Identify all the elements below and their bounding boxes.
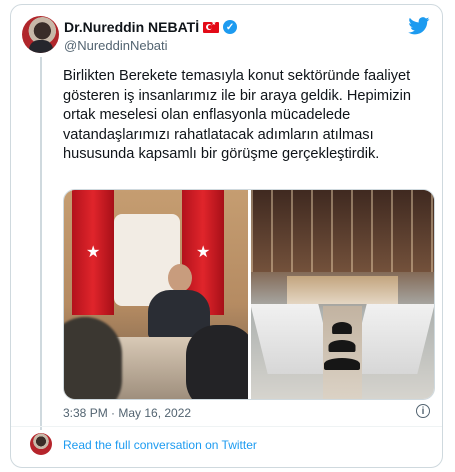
back-wall xyxy=(286,276,398,304)
tweet-timestamp[interactable]: 3:38 PM · May 16, 2022 xyxy=(63,406,191,420)
read-conversation-link[interactable]: Read the full conversation on Twitter xyxy=(63,438,257,452)
embedded-tweet-card: Dr.Nureddin NEBATİ ✓ @NureddinNebati Bir… xyxy=(10,4,443,468)
tweet-text: Birlikten Berekete temasıyla konut sektö… xyxy=(63,68,411,162)
info-icon[interactable]: i xyxy=(416,404,430,418)
foreground-person xyxy=(64,317,122,399)
author-name-row: Dr.Nureddin NEBATİ ✓ xyxy=(64,19,238,35)
turkish-flag-left-icon xyxy=(72,190,114,315)
meeting-photo-left[interactable] xyxy=(64,190,248,399)
verified-badge-icon: ✓ xyxy=(223,20,238,34)
avatar-small[interactable] xyxy=(30,433,52,455)
thread-line xyxy=(40,57,42,430)
author-handle[interactable]: @NureddinNebati xyxy=(64,38,168,53)
foreground-shoulder xyxy=(185,325,248,399)
ceiling xyxy=(250,190,434,272)
tweet-media[interactable] xyxy=(63,189,435,400)
avatar[interactable] xyxy=(22,16,59,53)
turkey-flag-icon xyxy=(203,20,220,33)
twitter-logo-icon[interactable] xyxy=(408,17,430,35)
divider xyxy=(11,426,442,427)
meeting-hall-photo[interactable] xyxy=(250,190,434,399)
center-tables xyxy=(324,322,361,388)
speaking-man-figure xyxy=(148,264,210,338)
author-display-name[interactable]: Dr.Nureddin NEBATİ xyxy=(64,19,199,35)
